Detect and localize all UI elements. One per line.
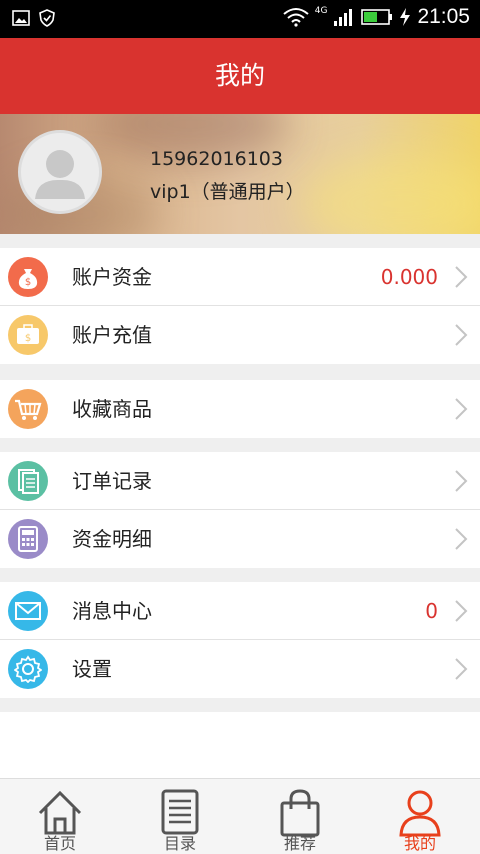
content-spacer [0,712,480,778]
menu-label: 收藏商品 [72,397,152,421]
bottom-tab-bar: 首页 目录 推荐 我的 [0,778,480,854]
status-bar: 4G 21:05 [0,0,480,38]
calculator-icon [8,519,48,559]
page-title: 我的 [0,38,480,114]
money-bag-icon: $ [8,257,48,297]
gear-icon [8,649,48,689]
menu-label: 资金明细 [72,527,152,551]
menu-label: 账户资金 [72,265,152,289]
tab-recommend[interactable]: 推荐 [240,779,360,854]
menu-group-records: 订单记录 资金明细 [0,452,480,568]
chevron-right-icon [455,324,468,346]
account-balance: 0.000 [380,265,438,289]
menu-item-account-funds[interactable]: $ 账户资金 0.000 [0,248,480,306]
menu-item-settings[interactable]: 设置 [0,640,480,698]
chevron-right-icon [455,528,468,550]
chevron-right-icon [455,658,468,680]
tab-home[interactable]: 首页 [0,779,120,854]
tab-mine[interactable]: 我的 [360,779,480,854]
chevron-right-icon [455,470,468,492]
battery-icon [361,9,393,25]
status-time: 21:05 [417,5,470,28]
tab-label: 首页 [43,834,76,853]
profile-banner: 15962016103 vip1（普通用户） [0,114,480,234]
tab-catalog[interactable]: 目录 [120,779,240,854]
menu-group-favorites: 收藏商品 [0,380,480,438]
cart-icon [8,389,48,429]
charging-icon [400,8,411,26]
avatar[interactable] [18,130,102,214]
svg-text:$: $ [25,333,31,344]
menu-group-account: $ 账户资金 0.000 $ 账户充值 [0,248,480,364]
signal-icon [334,9,353,26]
menu-item-account-recharge[interactable]: $ 账户充值 [0,306,480,364]
chevron-right-icon [455,266,468,288]
shield-notification-icon [39,9,55,27]
tab-label: 推荐 [283,834,316,853]
envelope-icon [8,591,48,631]
menu-label: 账户充值 [72,323,152,347]
wifi-icon [283,8,309,27]
image-notification-icon [12,10,30,26]
menu-item-favorites[interactable]: 收藏商品 [0,380,480,438]
tab-label: 我的 [403,834,436,853]
network-type: 4G [314,6,328,16]
menu-label: 订单记录 [72,469,152,493]
chevron-right-icon [455,600,468,622]
menu-item-fund-details[interactable]: 资金明细 [0,510,480,568]
menu-label: 设置 [72,657,112,681]
wallet-icon: $ [8,315,48,355]
svg-text:$: $ [25,277,31,288]
chevron-right-icon [455,398,468,420]
message-count: 0 [425,599,438,623]
document-icon [8,461,48,501]
user-silhouette-icon [35,150,85,199]
tab-label: 目录 [163,834,196,853]
menu-item-order-records[interactable]: 订单记录 [0,452,480,510]
user-phone: 15962016103 [150,148,283,170]
menu-item-message-center[interactable]: 消息中心 0 [0,582,480,640]
user-level: vip1（普通用户） [150,181,305,203]
menu-label: 消息中心 [72,599,152,623]
menu-group-system: 消息中心 0 设置 [0,582,480,698]
